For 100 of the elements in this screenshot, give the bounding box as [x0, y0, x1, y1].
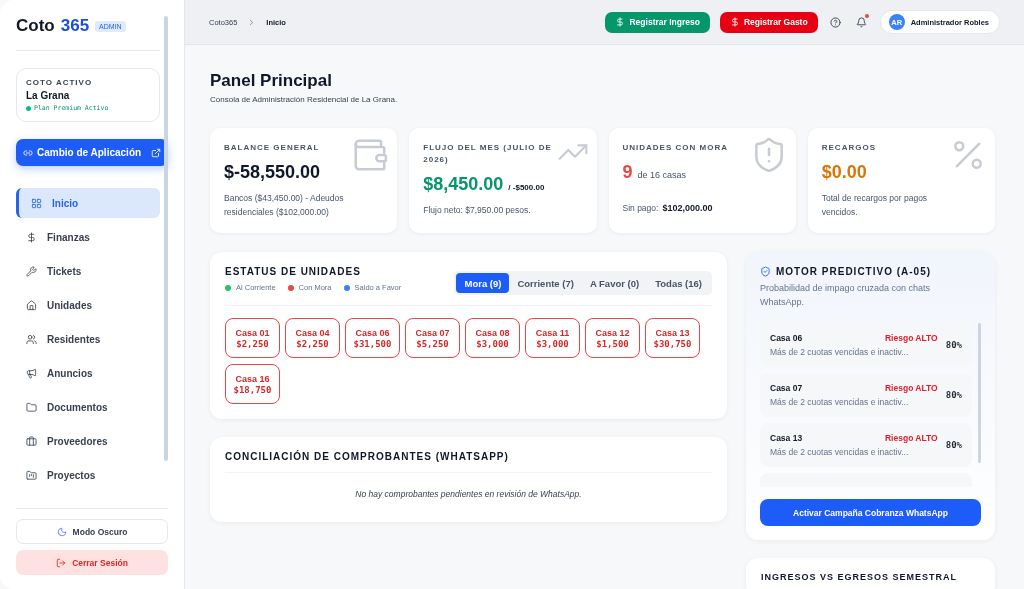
house-chip[interactable]: Casa 01 $2,250	[225, 318, 280, 358]
page-subtitle: Consola de Administración Residencial de La Grana.	[210, 95, 399, 104]
folder-icon	[26, 401, 37, 413]
logout-icon	[56, 557, 67, 568]
coto-name: La Grana	[26, 90, 71, 101]
sidebar-item[interactable]: Anuncios	[16, 358, 160, 388]
external-link-icon	[151, 147, 161, 158]
dollar-icon	[729, 17, 740, 27]
house-icon	[26, 299, 37, 311]
register-income-button[interactable]: Registrar Ingreso	[605, 11, 710, 33]
risk-row[interactable]: Casa 13 Riesgo ALTO Más de 2 cuotas vencidas e inactiv... 80%	[760, 423, 972, 467]
brand-number: 365	[60, 16, 90, 36]
risk-level: Riesgo ALTO	[885, 333, 938, 343]
wrench-icon	[26, 265, 37, 277]
risk-level: Riesgo ALTO	[885, 383, 938, 393]
house-name: Casa 16	[235, 373, 270, 384]
scrollbar[interactable]	[978, 323, 981, 463]
risk-detail: Más de 2 cuotas vencidas e inactiv...	[770, 397, 910, 407]
stat-value: 9	[622, 162, 633, 183]
card-title: MOTOR PREDICTIVO (A-05)	[776, 266, 932, 277]
house-chip[interactable]: Casa 11 $3,000	[525, 318, 580, 358]
stat-note-value: $102,000.00	[662, 203, 713, 213]
house-amount: $30,750	[653, 338, 692, 349]
sidebar-item[interactable]: Finanzas	[16, 222, 160, 252]
campaign-button[interactable]: Activar Campaña Cobranza WhatsApp	[760, 499, 981, 526]
risk-row[interactable]: Casa 06 Riesgo ALTO Más de 2 cuotas vencidas e inactiv... 80%	[760, 323, 972, 367]
brand-name: Coto	[16, 16, 55, 36]
risk-house: Casa 13	[770, 433, 803, 443]
sidebar-item[interactable]: Documentos	[16, 392, 160, 422]
dollar-icon	[615, 17, 626, 27]
moon-icon	[56, 526, 67, 537]
house-name: Casa 11	[535, 327, 570, 338]
help-button[interactable]	[827, 14, 844, 30]
risk-percent: 80%	[945, 340, 962, 350]
dark-mode-button[interactable]: Modo Oscuro	[16, 519, 168, 544]
house-amount: $3,000	[536, 338, 569, 349]
house-chip[interactable]: Casa 07 $5,250	[405, 318, 460, 358]
status-dot	[26, 105, 31, 111]
house-name: Casa 01	[235, 327, 270, 338]
house-name: Casa 04	[295, 327, 330, 338]
house-name: Casa 13	[655, 327, 690, 338]
house-amount: $5,250	[416, 338, 449, 349]
stat-value: $-58,550.00	[224, 162, 321, 183]
risk-house: Casa 06	[770, 333, 803, 343]
register-expense-button[interactable]: Registrar Gasto	[719, 11, 818, 33]
stat-extra: de 16 casas	[637, 170, 687, 180]
stat-label: FLUJO DEL MES (JULIO DE 2026)	[423, 142, 553, 166]
card-subtitle: Probabilidad de impago cruzada con chats WhatsApp.	[760, 282, 932, 309]
sidebar-item[interactable]: Proveedores	[16, 426, 160, 456]
sidebar-item[interactable]: Inicio	[16, 188, 160, 218]
logout-button[interactable]: Cerrar Sesión	[16, 550, 168, 575]
folder-icon	[26, 469, 37, 481]
house-name: Casa 07	[415, 327, 450, 338]
risk-detail: Más de 2 cuotas vencidas e inactiv...	[770, 347, 910, 357]
card-title: CONCILIACIÓN DE COMPROBANTES (WHATSAPP)	[225, 451, 509, 462]
house-name: Casa 06	[355, 327, 390, 338]
link-icon	[23, 147, 33, 158]
risk-row[interactable]: Casa 07 Riesgo ALTO Más de 2 cuotas vencidas e inactiv... 80%	[760, 373, 972, 417]
stat-extra: / -$500.00	[508, 183, 545, 192]
house-amount: $18,750	[233, 384, 272, 395]
risk-detail: Más de 2 cuotas vencidas e inactiv...	[770, 447, 910, 457]
filter-tab[interactable]: Todas (16)	[647, 273, 710, 293]
briefcase-icon	[26, 435, 37, 447]
house-chip[interactable]: Casa 12 $1,500	[585, 318, 640, 358]
risk-percent: 80%	[945, 390, 962, 400]
house-chip[interactable]: Casa 08 $3,000	[465, 318, 520, 358]
stat-label: BALANCE GENERAL	[224, 142, 321, 154]
house-chip[interactable]: Casa 04 $2,250	[285, 318, 340, 358]
house-amount: $31,500	[353, 338, 392, 349]
stat-label: RECARGOS	[821, 142, 877, 154]
house-chip[interactable]: Casa 16 $18,750	[225, 364, 280, 404]
stat-value: $0.00	[821, 162, 867, 183]
house-name: Casa 08	[475, 327, 510, 338]
filter-tab[interactable]: Mora (9)	[456, 273, 510, 293]
shield-icon	[760, 266, 771, 277]
stat-note: Flujo neto: $7,950.00 pesos.	[423, 204, 532, 217]
risk-percent: 80%	[945, 440, 962, 450]
house-amount: $2,250	[296, 338, 329, 349]
sidebar-item[interactable]: Unidades	[16, 290, 160, 320]
risk-level: Riesgo ALTO	[885, 433, 938, 443]
stat-value: $8,450.00	[423, 174, 504, 195]
megaphone-icon	[26, 367, 37, 379]
filter-tab[interactable]: A Favor (0)	[581, 273, 648, 293]
sidebar-item[interactable]: Tickets	[16, 256, 160, 286]
wallet-icon	[351, 136, 390, 174]
filter-tab[interactable]: Corriente (7)	[509, 273, 582, 293]
card-title: ESTATUS DE UNIDADES	[225, 266, 362, 277]
risk-house: Casa 07	[770, 383, 803, 393]
sidebar-item[interactable]: Residentes	[16, 324, 160, 354]
house-chip[interactable]: Casa 06 $31,500	[345, 318, 400, 358]
dollar-icon	[26, 231, 37, 243]
stat-note: Total de recargos por pagos vencidos.	[821, 192, 929, 219]
stat-label: UNIDADES CON MORA	[622, 142, 729, 154]
scrollbar[interactable]	[164, 16, 168, 461]
sidebar-item[interactable]: Proyectos	[16, 460, 160, 490]
stat-note-label: Sin pago:	[622, 203, 659, 213]
house-chip[interactable]: Casa 13 $30,750	[645, 318, 700, 358]
house-amount: $2,250	[236, 338, 269, 349]
grid-icon	[31, 197, 42, 209]
page-title: Panel Principal	[210, 71, 333, 91]
